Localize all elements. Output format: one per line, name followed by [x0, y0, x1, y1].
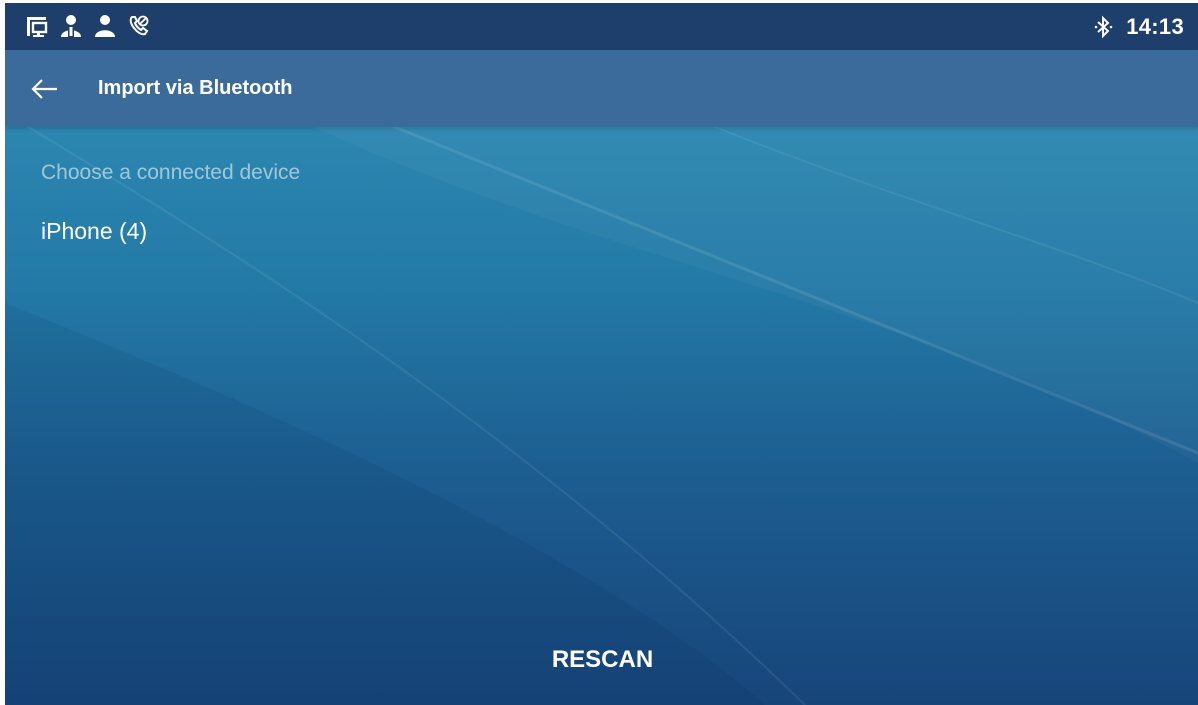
call-forward-icon: [129, 15, 149, 36]
section-label: Choose a connected device: [41, 161, 301, 184]
device-item-iphone[interactable]: iPhone (4): [41, 218, 147, 245]
screen: 14:13 Import via Bluetooth Choose a conn…: [5, 3, 1198, 705]
status-icons: [25, 13, 151, 39]
status-right: 14:13: [1094, 3, 1184, 50]
contact-icon: [61, 15, 81, 37]
page-title: Import via Bluetooth: [98, 77, 293, 99]
app-bar: Import via Bluetooth: [5, 50, 1198, 127]
status-bar: 14:13: [5, 3, 1198, 50]
rescan-button[interactable]: RESCAN: [505, 638, 700, 682]
bluetooth-icon: [1094, 15, 1113, 38]
back-arrow-icon[interactable]: [27, 73, 61, 105]
contact-icon: [95, 15, 115, 37]
clock: 14:13: [1126, 13, 1184, 39]
network-icon: [27, 17, 48, 37]
